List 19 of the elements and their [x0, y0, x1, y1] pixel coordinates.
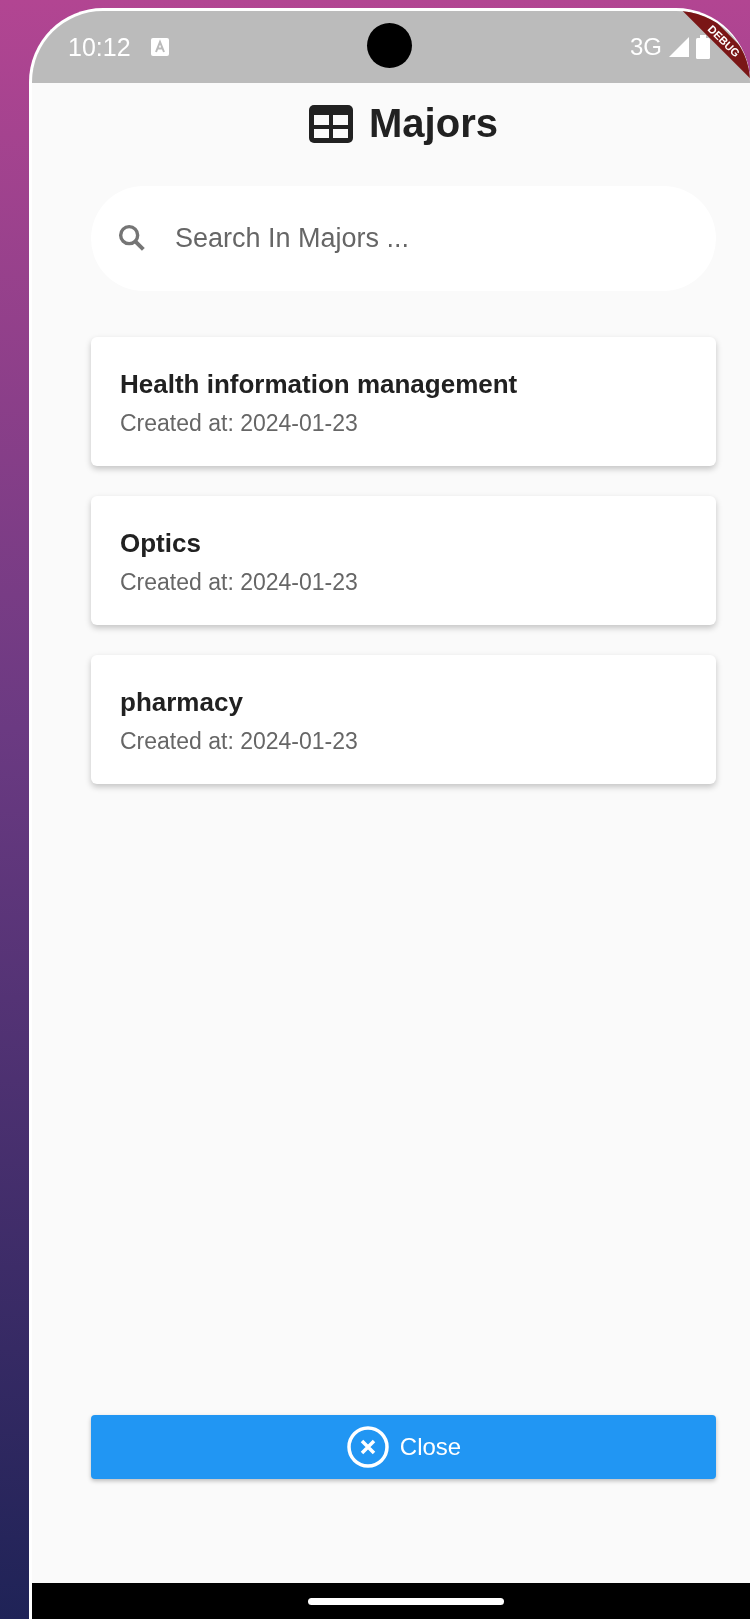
created-date: Created at: 2024-01-23 [120, 569, 359, 596]
close-icon [345, 1425, 390, 1469]
created-date: Created at: 2024-01-23 [120, 410, 359, 437]
major-card[interactable]: Optics Created at: 2024-01-23 [91, 496, 716, 625]
notification-icon [150, 38, 169, 56]
home-handle[interactable] [308, 1597, 504, 1605]
page-title: Majors [369, 101, 498, 146]
camera-cutout [367, 23, 412, 68]
created-date: Created at: 2024-01-23 [120, 728, 359, 755]
major-card[interactable]: Health information management Created at: 2024-01-23 [91, 337, 716, 466]
major-name: Health information management [120, 369, 519, 400]
major-name: pharmacy [120, 687, 244, 718]
signal-icon [668, 36, 690, 58]
table-icon [309, 104, 354, 143]
network-type: 3G [630, 33, 662, 61]
major-card[interactable]: pharmacy Created at: 2024-01-23 [91, 655, 716, 784]
search-field[interactable]: Search In Majors ... [91, 186, 716, 291]
major-name: Optics [120, 528, 202, 559]
status-time: 10:12 [68, 32, 131, 62]
